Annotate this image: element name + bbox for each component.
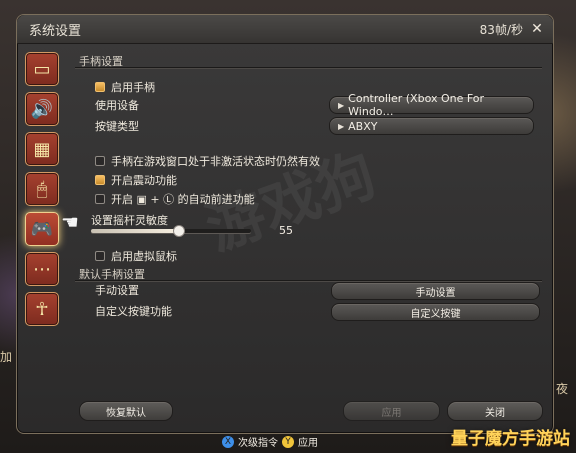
custom-keys-button[interactable]: 自定义按键 [331,303,540,321]
sensitivity-value: 55 [279,224,293,237]
window-title: 系统设置 [29,23,82,39]
manual-settings-label: 手动设置 [95,284,139,297]
manual-settings-button[interactable]: 手动设置 [331,282,540,300]
title-bar: 系统设置 83帧/秒 ✕ [17,15,553,44]
site-brand-watermark: 量子魔方手游站 [451,429,570,449]
virtual-mouse-row[interactable]: 启用虚拟鼠标 [95,248,177,264]
fps-counter: 83帧/秒 [479,22,523,37]
controller-hint-bar: X 次级指令 Y 应用 [222,434,318,449]
close-icon[interactable]: ✕ [529,21,545,37]
section-divider [75,280,542,281]
sensitivity-slider[interactable] [91,225,251,237]
reset-default-button[interactable]: 恢复默认 [79,401,173,421]
custom-keys-row: 自定义按键功能 [95,303,172,319]
keep-active-row[interactable]: 手柄在游戏窗口处于非激活状态时仍然有效 [95,153,320,169]
keep-active-checkbox[interactable] [95,156,105,166]
title-right-area: 83帧/秒 ✕ [480,21,545,38]
button-type-row: 按键类型 [95,118,139,134]
settings-category-sidebar: ▭ 🔊 ▦ 🖱 🎮 ⋯ ☥ [25,52,59,332]
sensitivity-label: 设置摇杆灵敏度 [91,214,168,227]
background-text-right: 夜 [555,382,568,396]
vibration-checkbox[interactable] [95,175,105,185]
dropdown-arrow-icon: ▶ [338,100,345,110]
sensitivity-slider-fill [91,229,179,233]
y-button-icon: Y [282,435,294,448]
custom-keys-label: 自定义按键功能 [95,305,172,318]
auto-forward-checkbox[interactable] [95,194,105,204]
keep-active-label: 手柄在游戏窗口处于非激活状态时仍然有效 [111,155,320,168]
person-icon[interactable]: ☥ [25,292,59,326]
close-button[interactable]: 关闭 [447,401,543,421]
system-settings-window: 系统设置 83帧/秒 ✕ ▭ 🔊 ▦ 🖱 🎮 ⋯ ☥ ☚ 游戏狗 手柄设置 启用… [16,14,554,434]
auto-forward-label: 开启 ▣ + Ⓛ 的自动前进功能 [111,193,255,206]
enable-controller-label: 启用手柄 [111,81,155,94]
x-button-icon: X [222,435,234,448]
device-dropdown[interactable]: ▶ Controller (Xbox One For Windo… [329,92,534,118]
secondary-command-label: 次级指令 [238,438,278,449]
speaker-icon[interactable]: 🔊 [25,92,59,126]
device-row: 使用设备 [95,97,139,113]
device-label: 使用设备 [95,99,139,112]
virtual-mouse-checkbox[interactable] [95,251,105,261]
background-text-left: 加 [0,350,13,364]
manual-settings-row: 手动设置 [95,282,139,298]
auto-forward-row[interactable]: 开启 ▣ + Ⓛ 的自动前进功能 [95,191,255,207]
monitor-icon[interactable]: ▭ [25,52,59,86]
enable-controller-row[interactable]: 启用手柄 [95,79,155,95]
enable-controller-checkbox[interactable] [95,82,105,92]
sensitivity-row: 设置摇杆灵敏度 [91,212,168,228]
section-divider [75,67,542,68]
device-value: Controller (Xbox One For Windo… [348,92,485,118]
virtual-mouse-label: 启用虚拟鼠标 [111,250,177,263]
apply-hint-label: 应用 [298,438,318,449]
more-icon[interactable]: ⋯ [25,252,59,286]
button-type-value: ABXY [348,119,378,133]
sensitivity-slider-thumb[interactable] [173,225,185,237]
vibration-label: 开启震动功能 [111,174,177,187]
settings-content: 手柄设置 启用手柄 使用设备 ▶ Controller (Xbox One Fo… [73,49,542,389]
vibration-row[interactable]: 开启震动功能 [95,172,177,188]
layout-icon[interactable]: ▦ [25,132,59,166]
button-type-label: 按键类型 [95,120,139,133]
controller-icon[interactable]: 🎮 [25,212,59,246]
apply-button[interactable]: 应用 [343,401,440,421]
mouse-icon[interactable]: 🖱 [25,172,59,206]
dropdown-arrow-icon: ▶ [338,121,345,131]
button-type-dropdown[interactable]: ▶ ABXY [329,117,534,135]
